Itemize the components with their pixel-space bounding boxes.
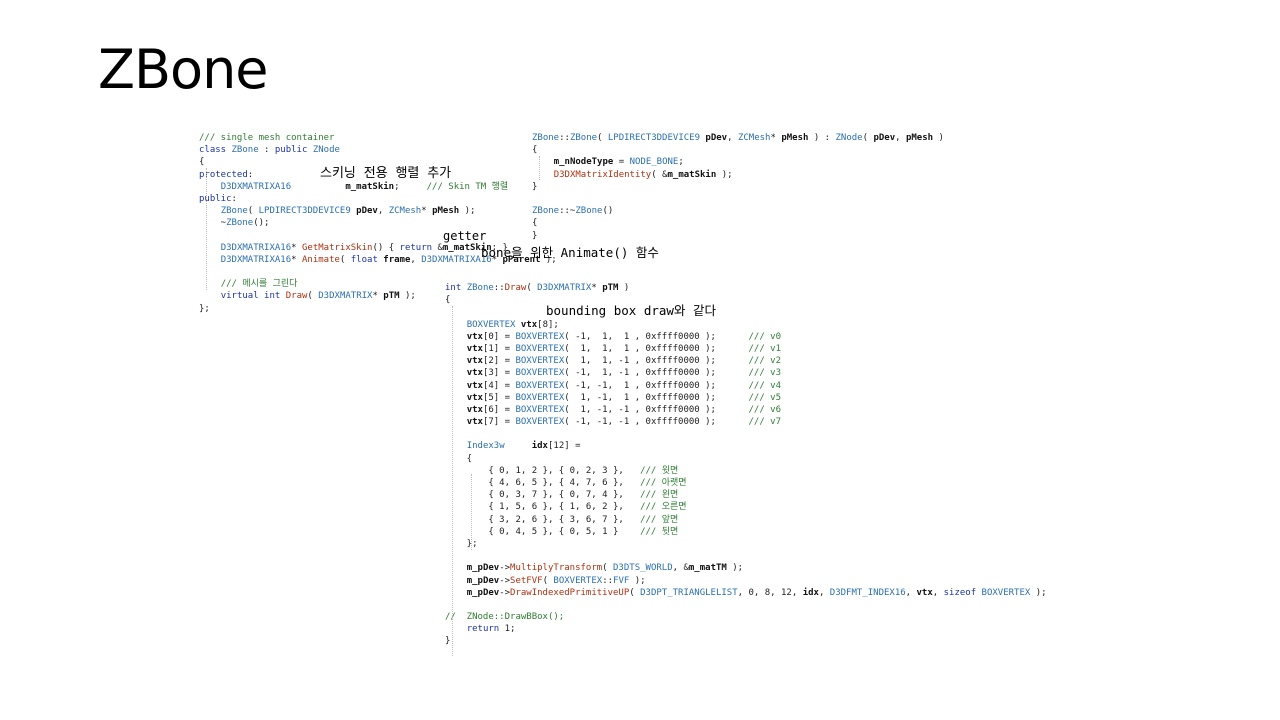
code-line: { 0, 1, 2 }, { 0, 2, 3 }, /// 윗면: [445, 465, 679, 476]
code-line: /// single mesh container: [199, 133, 335, 143]
code-line: public:: [199, 193, 237, 204]
code-line: D3DXMatrixIdentity( &m_matSkin );: [553, 169, 733, 180]
code-line: }: [445, 636, 451, 647]
code-line: { 0, 4, 5 }, { 0, 5, 1 } /// 뒷면: [445, 526, 679, 537]
code-line: }: [532, 230, 538, 241]
code-line: ​: [532, 193, 872, 205]
indent-guide: [452, 306, 453, 656]
code-line: ​: [199, 266, 519, 278]
code-line: ​: [445, 550, 1005, 562]
annotation-bounding-box: bounding box draw와 같다: [546, 303, 716, 318]
indent-guide: [539, 156, 540, 180]
code-constructor-impl: ZBone::ZBone( LPDIRECT3DDEVICE9 pDev, ZC…: [532, 132, 944, 242]
code-line: int ZBone::Draw( D3DXMATRIX* pTM ): [445, 283, 630, 293]
code-line: ZBone::~ZBone(): [532, 206, 614, 217]
annotation-skinning-matrix: 스키닝 전용 행렬 추가: [320, 166, 452, 181]
code-line: D3DXMATRIXA16 m_matSkin; /// Skin TM 행렬: [220, 181, 509, 192]
code-line: { 4, 6, 5 }, { 4, 7, 6 }, /// 아랫면: [445, 478, 687, 488]
indent-guide: [206, 168, 207, 290]
code-line: class ZBone : public ZNode: [199, 145, 340, 156]
code-line: ZBone( LPDIRECT3DDEVICE9 pDev, ZCMesh* p…: [220, 206, 476, 217]
code-line: {: [445, 453, 473, 464]
code-line: { 1, 5, 6 }, { 1, 6, 2 }, /// 오른면: [445, 502, 687, 513]
code-line: vtx[6] = BOXVERTEX( 1, -1, -1 , 0xffff00…: [466, 404, 781, 415]
code-line: m_pDev->DrawIndexedPrimitiveUP( D3DPT_TR…: [466, 587, 1047, 598]
code-draw-impl: int ZBone::Draw( D3DXMATRIX* pTM ){​ BOX…: [445, 282, 1047, 648]
code-line: {: [532, 218, 538, 229]
code-line: vtx[7] = BOXVERTEX( -1, -1, -1 , 0xffff0…: [466, 417, 781, 428]
code-line: D3DXMATRIXA16* GetMatrixSkin() { return …: [220, 242, 508, 253]
code-line: {: [445, 295, 451, 306]
code-line: vtx[0] = BOXVERTEX( -1, 1, 1 , 0xffff000…: [466, 331, 781, 342]
code-line: ~ZBone();: [199, 218, 270, 229]
code-line: m_pDev->SetFVF( BOXVERTEX::FVF );: [466, 575, 646, 586]
code-line: ZBone::ZBone( LPDIRECT3DDEVICE9 pDev, ZC…: [532, 133, 944, 143]
code-line: return 1;: [466, 624, 516, 635]
code-line: ​: [445, 599, 1005, 611]
code-line: ​: [445, 428, 1005, 440]
code-line: BOXVERTEX vtx[8];: [466, 319, 559, 330]
code-line: m_pDev->MultiplyTransform( D3DTS_WORLD, …: [466, 563, 744, 574]
code-line: { 3, 2, 6 }, { 3, 6, 7 }, /// 앞면: [445, 514, 679, 525]
indent-guide: [471, 474, 472, 550]
code-line: vtx[2] = BOXVERTEX( 1, 1, -1 , 0xffff000…: [466, 356, 781, 367]
code-line: }: [532, 181, 538, 192]
code-line: vtx[1] = BOXVERTEX( 1, 1, 1 , 0xffff0000…: [466, 343, 781, 354]
slide-title: ZBone: [98, 38, 269, 101]
code-line: {: [532, 145, 538, 156]
code-line: vtx[3] = BOXVERTEX( -1, 1, -1 , 0xffff00…: [466, 368, 781, 379]
code-line: // ZNode::DrawBBox();: [445, 612, 565, 623]
code-line: Index3w idx[12] =: [466, 441, 581, 452]
code-line: m_nNodeType = NODE_BONE;: [553, 157, 684, 168]
code-line: vtx[5] = BOXVERTEX( 1, -1, 1 , 0xffff000…: [466, 392, 781, 403]
annotation-animate-function: bone을 위한 Animate() 함수: [481, 245, 659, 260]
code-line: { 0, 3, 7 }, { 0, 7, 4 }, /// 왼면: [445, 490, 679, 501]
code-line: vtx[4] = BOXVERTEX( -1, -1, 1 , 0xffff00…: [466, 380, 781, 391]
code-line: ​: [445, 306, 1005, 318]
code-line: D3DXMATRIXA16* Animate( float frame, D3D…: [220, 254, 557, 265]
code-line: };: [445, 538, 478, 549]
annotation-getter: getter: [443, 229, 487, 243]
